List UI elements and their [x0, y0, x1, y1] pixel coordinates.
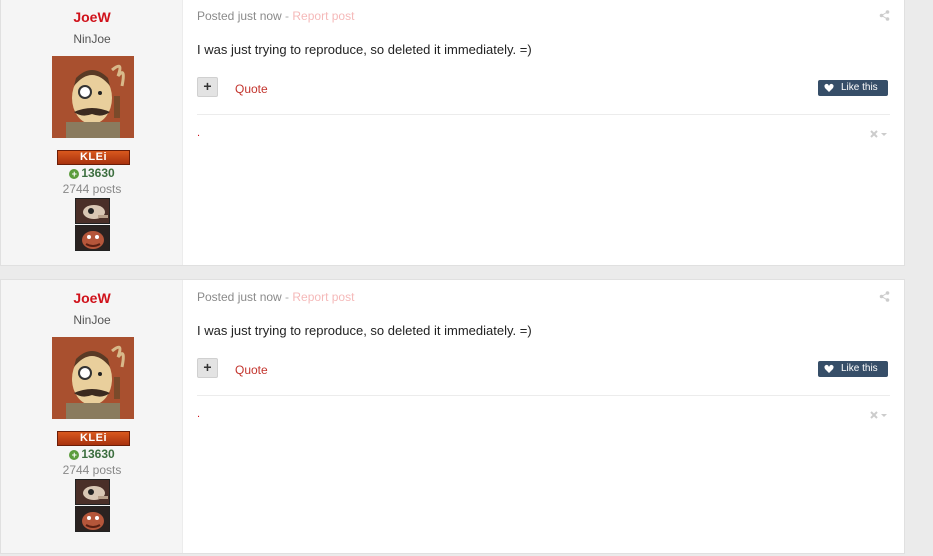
reputation-value: 13630 [81, 166, 115, 180]
post-body: I was just trying to reproduce, so delet… [197, 323, 532, 338]
award-icon[interactable] [75, 225, 110, 251]
signature-link[interactable]: . [197, 408, 200, 420]
reputation-plus-icon: + [69, 450, 80, 460]
post-body: I was just trying to reproduce, so delet… [197, 42, 532, 57]
like-label: Like this [841, 82, 878, 93]
multiquote-button[interactable]: + [197, 77, 218, 97]
like-button[interactable]: Like this [818, 361, 888, 377]
post-count: 2744 posts [62, 463, 122, 477]
report-post-link[interactable]: Report post [292, 9, 354, 23]
share-icon[interactable] [879, 10, 890, 21]
avatar[interactable] [52, 56, 134, 138]
posted-time: Posted just now [197, 290, 282, 304]
post-content: Posted just now - Report post I was just… [197, 0, 890, 265]
award-icon[interactable] [75, 506, 110, 532]
post-meta: Posted just now - Report post [197, 9, 354, 23]
forum-post: JoeW NinJoe KLEi +13630 2744 posts Poste… [0, 0, 905, 266]
author-name-link[interactable]: JoeW [1, 9, 183, 25]
report-post-link[interactable]: Report post [292, 290, 354, 304]
quote-button[interactable]: Quote [235, 363, 268, 377]
meta-separator: - [281, 9, 293, 23]
reputation: +13630 [1, 166, 183, 180]
posted-time: Posted just now [197, 9, 282, 23]
avatar[interactable] [52, 337, 134, 419]
author-panel: JoeW NinJoe KLEi +13630 2744 posts [1, 0, 183, 265]
klei-badge: KLEi [57, 150, 130, 165]
signature-tools-icon[interactable] [870, 410, 890, 420]
share-icon[interactable] [879, 291, 890, 302]
divider [197, 395, 890, 396]
forum-post: JoeW NinJoe KLEi +13630 2744 posts Poste… [0, 279, 905, 554]
heart-icon [824, 364, 834, 373]
reputation: +13630 [1, 447, 183, 461]
like-label: Like this [841, 363, 878, 374]
reputation-plus-icon: + [69, 169, 80, 179]
award-icon[interactable] [75, 198, 110, 224]
signature-tools-icon[interactable] [870, 129, 890, 139]
post-content: Posted just now - Report post I was just… [197, 280, 890, 553]
meta-separator: - [281, 290, 293, 304]
divider [197, 114, 890, 115]
award-icon[interactable] [75, 479, 110, 505]
heart-icon [824, 83, 834, 92]
author-title: NinJoe [73, 32, 111, 46]
multiquote-button[interactable]: + [197, 358, 218, 378]
author-title: NinJoe [73, 313, 111, 327]
author-panel: JoeW NinJoe KLEi +13630 2744 posts [1, 280, 183, 553]
reputation-value: 13630 [81, 447, 115, 461]
signature-link[interactable]: . [197, 127, 200, 139]
post-meta: Posted just now - Report post [197, 290, 354, 304]
klei-badge: KLEi [57, 431, 130, 446]
post-count: 2744 posts [62, 182, 122, 196]
author-name-link[interactable]: JoeW [1, 290, 183, 306]
like-button[interactable]: Like this [818, 80, 888, 96]
quote-button[interactable]: Quote [235, 82, 268, 96]
